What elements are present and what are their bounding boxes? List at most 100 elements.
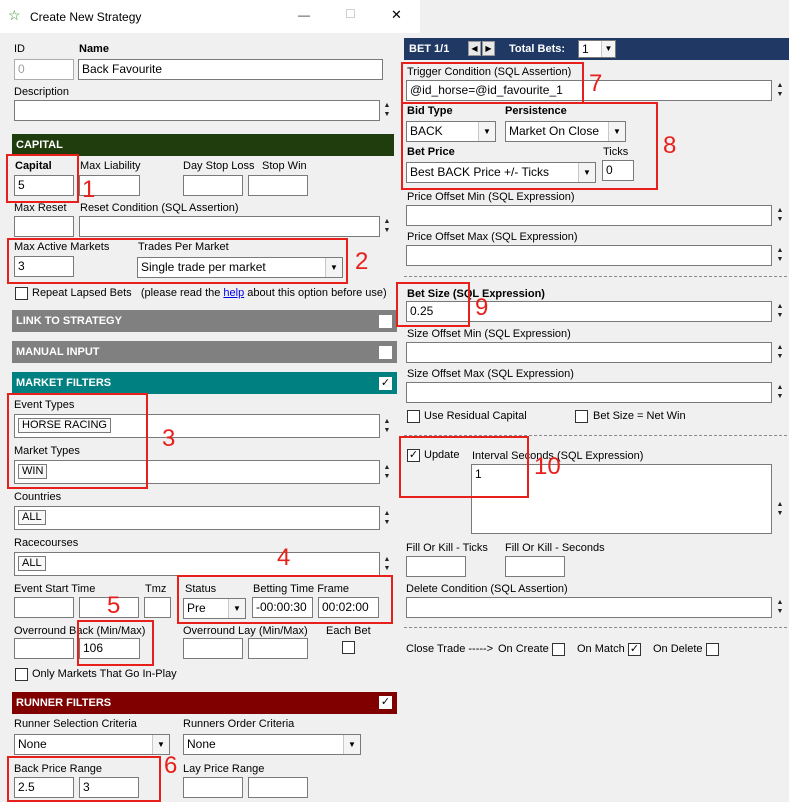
- day-stop-loss-field[interactable]: [183, 175, 243, 196]
- fok-seconds-field[interactable]: [505, 556, 565, 577]
- fok-seconds-label: Fill Or Kill - Seconds: [505, 542, 605, 554]
- description-field[interactable]: [14, 100, 380, 121]
- repeat-lapsed-checkbox[interactable]: [15, 287, 28, 300]
- stop-win-field[interactable]: [248, 175, 308, 196]
- on-create-label: On Create: [498, 643, 549, 655]
- event-types-scroll-arrows[interactable]: ▲ ▼: [381, 417, 393, 435]
- persistence-select[interactable]: Market On Close ▼: [505, 121, 626, 142]
- on-create-checkbox[interactable]: [552, 643, 565, 656]
- ticks-field[interactable]: 0: [602, 160, 634, 181]
- bet-header: BET 1/1: [409, 43, 450, 55]
- close-button[interactable]: ✕: [391, 7, 402, 23]
- reset-condition-field[interactable]: [79, 216, 380, 237]
- overround-back-max[interactable]: 106: [79, 638, 140, 659]
- back-price-range-label: Back Price Range: [14, 763, 103, 775]
- size-offset-min-field[interactable]: [406, 342, 772, 363]
- market-filters-checkbox[interactable]: ✓: [379, 377, 392, 390]
- on-match-checkbox[interactable]: ✓: [628, 643, 641, 656]
- overround-lay-max[interactable]: [248, 638, 308, 659]
- price-offset-max-field[interactable]: [406, 245, 772, 266]
- bid-type-label: Bid Type: [407, 105, 453, 117]
- interval-scroll-arrows[interactable]: ▲ ▼: [774, 500, 786, 518]
- runner-selection-select[interactable]: None ▼: [14, 734, 170, 755]
- size-offset-min-scroll-arrows[interactable]: ▲ ▼: [774, 343, 786, 361]
- price-offset-min-scroll-arrows[interactable]: ▲ ▼: [774, 206, 786, 224]
- description-scroll-arrows[interactable]: ▲ ▼: [381, 101, 393, 119]
- overround-back-min[interactable]: [14, 638, 74, 659]
- back-price-max[interactable]: 3: [79, 777, 139, 798]
- bid-type-select[interactable]: BACK ▼: [406, 121, 496, 142]
- ticks-label: Ticks: [603, 146, 629, 158]
- countries-field[interactable]: ALL: [14, 506, 380, 530]
- betting-time-to[interactable]: 00:02:00: [318, 597, 379, 618]
- size-offset-max-field[interactable]: [406, 382, 772, 403]
- divider: [404, 627, 787, 628]
- status-select[interactable]: Pre ▼: [183, 598, 246, 619]
- only-inplay-checkbox[interactable]: [15, 668, 28, 681]
- runner-filters-header: RUNNER FILTERS: [12, 692, 397, 714]
- chevron-down-icon: ▼: [343, 735, 360, 754]
- prev-bet-button[interactable]: ◀: [468, 41, 481, 56]
- trigger-scroll-arrows[interactable]: ▲ ▼: [774, 81, 786, 99]
- capital-field[interactable]: 5: [14, 175, 74, 196]
- link-to-strategy-checkbox[interactable]: [379, 315, 392, 328]
- each-bet-label: Each Bet: [326, 625, 371, 637]
- event-types-field[interactable]: HORSE RACING: [14, 414, 380, 438]
- name-field[interactable]: Back Favourite: [78, 59, 383, 80]
- market-types-field[interactable]: WIN: [14, 460, 380, 484]
- interval-field[interactable]: 1: [471, 464, 772, 534]
- bet-size-net-win-checkbox[interactable]: [575, 410, 588, 423]
- max-active-markets-field[interactable]: 3: [14, 256, 74, 277]
- chevron-down-icon: ▼: [228, 599, 245, 618]
- bet-price-select[interactable]: Best BACK Price +/- Ticks ▼: [406, 162, 596, 183]
- market-types-scroll-arrows[interactable]: ▲ ▼: [381, 463, 393, 481]
- event-start-time-from[interactable]: [14, 597, 74, 618]
- event-type-tag: HORSE RACING: [18, 418, 111, 433]
- trigger-label: Trigger Condition (SQL Assertion): [407, 66, 572, 78]
- delete-condition-scroll-arrows[interactable]: ▲ ▼: [774, 598, 786, 616]
- size-offset-max-label: Size Offset Max (SQL Expression): [407, 368, 574, 380]
- next-bet-button[interactable]: ▶: [482, 41, 495, 56]
- racecourses-field[interactable]: ALL: [14, 552, 380, 576]
- delete-condition-field[interactable]: [406, 597, 772, 618]
- divider: [404, 276, 787, 277]
- countries-scroll-arrows[interactable]: ▲ ▼: [381, 509, 393, 527]
- minimize-button[interactable]: —: [298, 8, 310, 22]
- back-price-min[interactable]: 2.5: [14, 777, 74, 798]
- each-bet-checkbox[interactable]: [342, 641, 355, 654]
- runner-filters-checkbox[interactable]: ✓: [379, 696, 392, 709]
- price-offset-min-field[interactable]: [406, 205, 772, 226]
- annotation-number-10: 10: [534, 453, 561, 480]
- bet-size-scroll-arrows[interactable]: ▲ ▼: [774, 302, 786, 320]
- overround-back-label: Overround Back (Min/Max): [14, 625, 146, 637]
- on-delete-checkbox[interactable]: [706, 643, 719, 656]
- lay-price-min[interactable]: [183, 777, 243, 798]
- reset-condition-scroll-arrows[interactable]: ▲ ▼: [381, 217, 393, 235]
- trades-per-market-label: Trades Per Market: [138, 241, 229, 253]
- bet-size-field[interactable]: 0.25: [406, 301, 772, 322]
- price-offset-max-scroll-arrows[interactable]: ▲ ▼: [774, 246, 786, 264]
- fok-ticks-field[interactable]: [406, 556, 466, 577]
- tmz-field[interactable]: [144, 597, 171, 618]
- bet-price-value: Best BACK Price +/- Ticks: [410, 165, 550, 179]
- trades-per-market-select[interactable]: Single trade per market ▼: [137, 257, 343, 278]
- update-checkbox[interactable]: ✓: [407, 449, 420, 462]
- max-reset-label: Max Reset: [14, 202, 67, 214]
- market-types-label: Market Types: [14, 445, 80, 457]
- repeat-lapsed-note-pre: (please read the: [140, 287, 221, 299]
- racecourses-scroll-arrows[interactable]: ▲ ▼: [381, 555, 393, 573]
- betting-time-from[interactable]: -00:00:30: [252, 597, 313, 618]
- overround-lay-min[interactable]: [183, 638, 243, 659]
- persistence-value: Market On Close: [509, 124, 600, 138]
- lay-price-max[interactable]: [248, 777, 308, 798]
- update-label: Update: [424, 449, 460, 461]
- total-bets-select[interactable]: 1 ▼: [578, 40, 616, 58]
- size-offset-max-scroll-arrows[interactable]: ▲ ▼: [774, 383, 786, 401]
- max-reset-field[interactable]: [14, 216, 74, 237]
- maximize-button[interactable]: ☐: [345, 7, 356, 21]
- on-match-label: On Match: [577, 643, 625, 655]
- use-residual-checkbox[interactable]: [407, 410, 420, 423]
- manual-input-checkbox[interactable]: [379, 346, 392, 359]
- runner-order-select[interactable]: None ▼: [183, 734, 361, 755]
- help-link[interactable]: help: [223, 287, 244, 299]
